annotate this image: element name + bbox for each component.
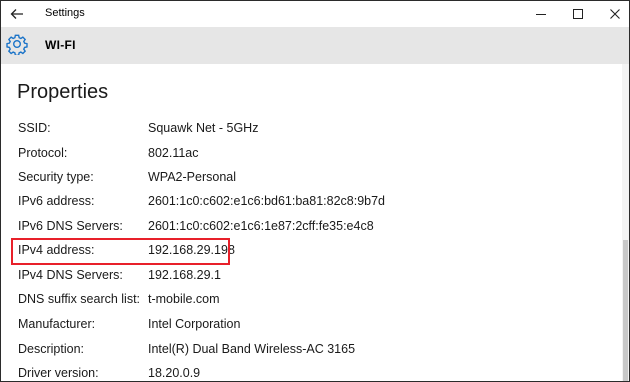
property-value: Intel(R) Dual Band Wireless-AC 3165: [148, 342, 356, 356]
property-row-ipv4-dns: IPv4 DNS Servers: 192.168.29.1: [1, 268, 601, 288]
title-bar: Settings: [1, 1, 629, 27]
property-row-ipv6-address: IPv6 address: 2601:1c0:c602:e1c6:bd61:ba…: [1, 194, 601, 214]
property-value: 2601:1c0:c602:e1c6:1e87:2cff:fe35:e4c8: [148, 219, 374, 233]
window-title: Settings: [45, 7, 85, 19]
back-button[interactable]: [1, 1, 33, 27]
settings-window: Settings WI-FI Properties SSID: Squawk N…: [0, 0, 630, 382]
property-row-security-type: Security type: WPA2-Personal: [1, 170, 601, 190]
property-row-ipv6-dns: IPv6 DNS Servers: 2601:1c0:c602:e1c6:1e8…: [1, 219, 601, 239]
property-label: SSID:: [18, 121, 51, 135]
property-row-dns-suffix: DNS suffix search list: t-mobile.com: [1, 292, 601, 312]
property-label: Driver version:: [18, 366, 99, 380]
property-value: t-mobile.com: [148, 292, 220, 306]
property-value: Intel Corporation: [148, 317, 241, 331]
back-arrow-icon: [10, 9, 23, 19]
maximize-icon: [573, 9, 583, 19]
property-value: 2601:1c0:c602:e1c6:bd61:ba81:82c8:9b7d: [148, 194, 386, 208]
scrollbar-thumb[interactable]: [623, 240, 628, 381]
property-label: IPv4 DNS Servers:: [18, 268, 123, 282]
property-label: Security type:: [18, 170, 94, 184]
property-row-ssid: SSID: Squawk Net - 5GHz: [1, 121, 601, 141]
properties-panel: Properties SSID: Squawk Net - 5GHz Proto…: [1, 64, 629, 381]
property-label: Manufacturer:: [18, 317, 96, 331]
close-button[interactable]: [593, 1, 629, 27]
property-row-protocol: Protocol: 802.11ac: [1, 146, 601, 166]
property-value: WPA2-Personal: [148, 170, 236, 184]
ipv4-highlight-box: [11, 238, 230, 265]
property-label: DNS suffix search list:: [18, 292, 141, 306]
property-value: 18.20.0.9: [148, 366, 201, 380]
property-row-description: Description: Intel(R) Dual Band Wireless…: [1, 342, 601, 362]
property-label: Protocol:: [18, 146, 68, 160]
gear-icon: [6, 34, 28, 55]
minimize-icon: [536, 14, 546, 15]
property-value: Squawk Net - 5GHz: [148, 121, 259, 135]
property-label: IPv6 address:: [18, 194, 95, 208]
page-header: WI-FI: [1, 27, 629, 64]
property-row-manufacturer: Manufacturer: Intel Corporation: [1, 317, 601, 337]
property-value: 192.168.29.1: [148, 268, 221, 282]
vertical-scrollbar[interactable]: [622, 64, 629, 381]
property-value: 802.11ac: [148, 146, 199, 160]
property-row-driver-version: Driver version: 18.20.0.9: [1, 366, 601, 381]
close-icon: [610, 9, 620, 19]
section-title: Properties: [17, 81, 109, 103]
property-label: IPv6 DNS Servers:: [18, 219, 123, 233]
page-title: WI-FI: [45, 38, 76, 52]
property-label: Description:: [18, 342, 84, 356]
